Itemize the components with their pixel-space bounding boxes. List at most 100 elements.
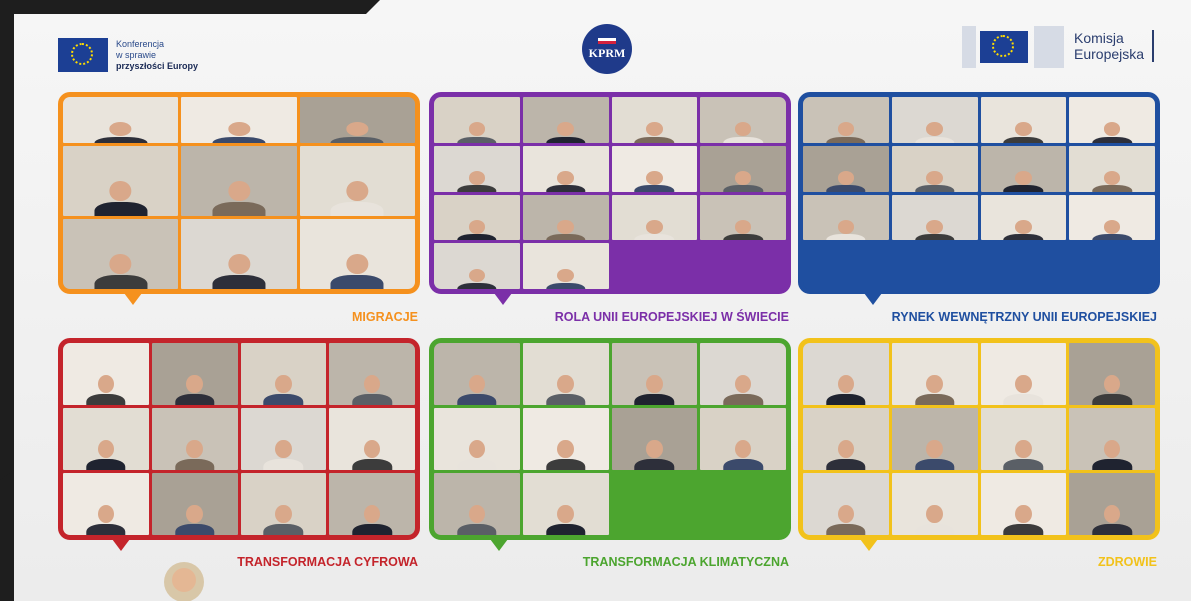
participant-video-tile [700, 145, 786, 192]
participant-video-tile [980, 194, 1067, 241]
participant-video-tile [151, 473, 238, 535]
participant-video-tile [980, 473, 1067, 535]
participant-silhouette [174, 439, 215, 470]
participant-silhouette [457, 171, 497, 192]
participant-video-tile [1069, 408, 1155, 470]
panel-transformacja-klimatyczna [429, 338, 791, 540]
participant-video-tile [803, 97, 889, 143]
panel-migracje [58, 92, 420, 294]
participant-silhouette [914, 374, 955, 405]
participant-silhouette [545, 439, 586, 470]
participant-video-tile [63, 473, 149, 535]
participant-video-tile [434, 473, 520, 535]
participant-video-tile [803, 408, 889, 470]
participant-silhouette [86, 504, 126, 535]
panel-transformacja-cyfrowa [58, 338, 420, 540]
participant-silhouette [1003, 439, 1044, 470]
kprm-logo-text: KPRM [588, 45, 626, 60]
participant-video-tile [522, 243, 609, 289]
participant-silhouette [174, 374, 215, 405]
eu-flag-icon [980, 31, 1028, 63]
participant-silhouette [457, 374, 497, 405]
participant-silhouette [914, 504, 955, 535]
participant-silhouette [330, 180, 384, 216]
participant-video-tile [181, 146, 297, 216]
participant-video-tile [299, 97, 415, 143]
participant-video-tile [1069, 145, 1155, 192]
participant-silhouette [330, 122, 384, 143]
participant-video-tile [299, 219, 415, 289]
participant-video-tile [434, 343, 520, 405]
panel-label-zdrowie: ZDROWIE [1097, 555, 1157, 569]
conference-line: w sprawie [116, 49, 157, 60]
participant-silhouette [723, 122, 763, 143]
participant-silhouette [826, 439, 866, 470]
participant-video-tile [240, 343, 327, 405]
participant-video-tile [891, 145, 978, 192]
participant-silhouette [1092, 504, 1132, 535]
panel-rynek-wewnetrzny [798, 92, 1160, 294]
participant-silhouette [212, 122, 266, 143]
participant-video-tile [700, 97, 786, 143]
participant-video-tile [803, 343, 889, 405]
participant-silhouette [723, 374, 763, 405]
speech-bubble-tail [490, 539, 508, 551]
participant-silhouette [826, 219, 866, 241]
participant-silhouette [457, 439, 497, 470]
participant-video-tile [63, 146, 179, 216]
participant-silhouette [914, 122, 955, 143]
participant-silhouette [826, 122, 866, 143]
participant-silhouette [352, 374, 392, 405]
panel-rola-ue [429, 92, 791, 294]
participant-video-tile [891, 194, 978, 241]
kprm-logo: KPRM [582, 24, 632, 74]
participant-video-tile [329, 408, 415, 470]
participant-silhouette [545, 268, 586, 289]
participant-silhouette [545, 374, 586, 405]
participant-video-tile [611, 194, 698, 241]
participant-silhouette [457, 504, 497, 535]
participant-silhouette [212, 253, 266, 289]
participant-video-tile [63, 219, 179, 289]
participant-video-tile [891, 408, 978, 470]
speech-bubble-tail [864, 293, 882, 305]
speech-bubble-tail [494, 293, 512, 305]
participant-silhouette [545, 171, 586, 192]
participant-silhouette [352, 439, 392, 470]
participant-video-tile [980, 145, 1067, 192]
participant-video-tile [803, 145, 889, 192]
participant-video-tile [700, 194, 786, 241]
speech-bubble-tail [860, 539, 878, 551]
participant-video-tile [434, 97, 520, 143]
participant-video-tile [240, 473, 327, 535]
participant-silhouette [94, 180, 148, 216]
european-commission-logo: Komisja Europejska [960, 22, 1155, 70]
participant-silhouette [1092, 439, 1132, 470]
participant-silhouette [545, 504, 586, 535]
participant-silhouette [1003, 122, 1044, 143]
participant-silhouette [1003, 504, 1044, 535]
participant-silhouette [634, 171, 675, 192]
participant-video-tile [1069, 194, 1155, 241]
participant-video-tile [522, 97, 609, 143]
participant-video-tile [434, 408, 520, 470]
participant-silhouette [1092, 122, 1132, 143]
participant-video-tile [434, 194, 520, 241]
conference-line: przyszłości Europy [116, 60, 199, 71]
participant-silhouette [330, 253, 384, 289]
participant-silhouette [634, 374, 675, 405]
panel-label-rola-ue: ROLA UNII EUROPEJSKIEJ W ŚWIECIE [554, 310, 789, 324]
participant-silhouette [457, 219, 497, 241]
participant-silhouette [723, 171, 763, 192]
panel-label-migracje: MIGRACJE [352, 310, 418, 324]
conference-title: Konferencja w sprawie przyszłości Europy [116, 39, 198, 72]
participant-video-tile [299, 146, 415, 216]
participant-video-tile [434, 243, 520, 289]
participant-silhouette [634, 219, 675, 241]
participant-video-tile [63, 408, 149, 470]
participant-silhouette [545, 122, 586, 143]
panel-label-rynek-wewnetrzny: RYNEK WEWNĘTRZNY UNII EUROPEJSKIEJ [891, 310, 1157, 324]
participant-silhouette [723, 219, 763, 241]
panel-zdrowie [798, 338, 1160, 540]
commission-title: Komisja Europejska [1074, 30, 1155, 62]
